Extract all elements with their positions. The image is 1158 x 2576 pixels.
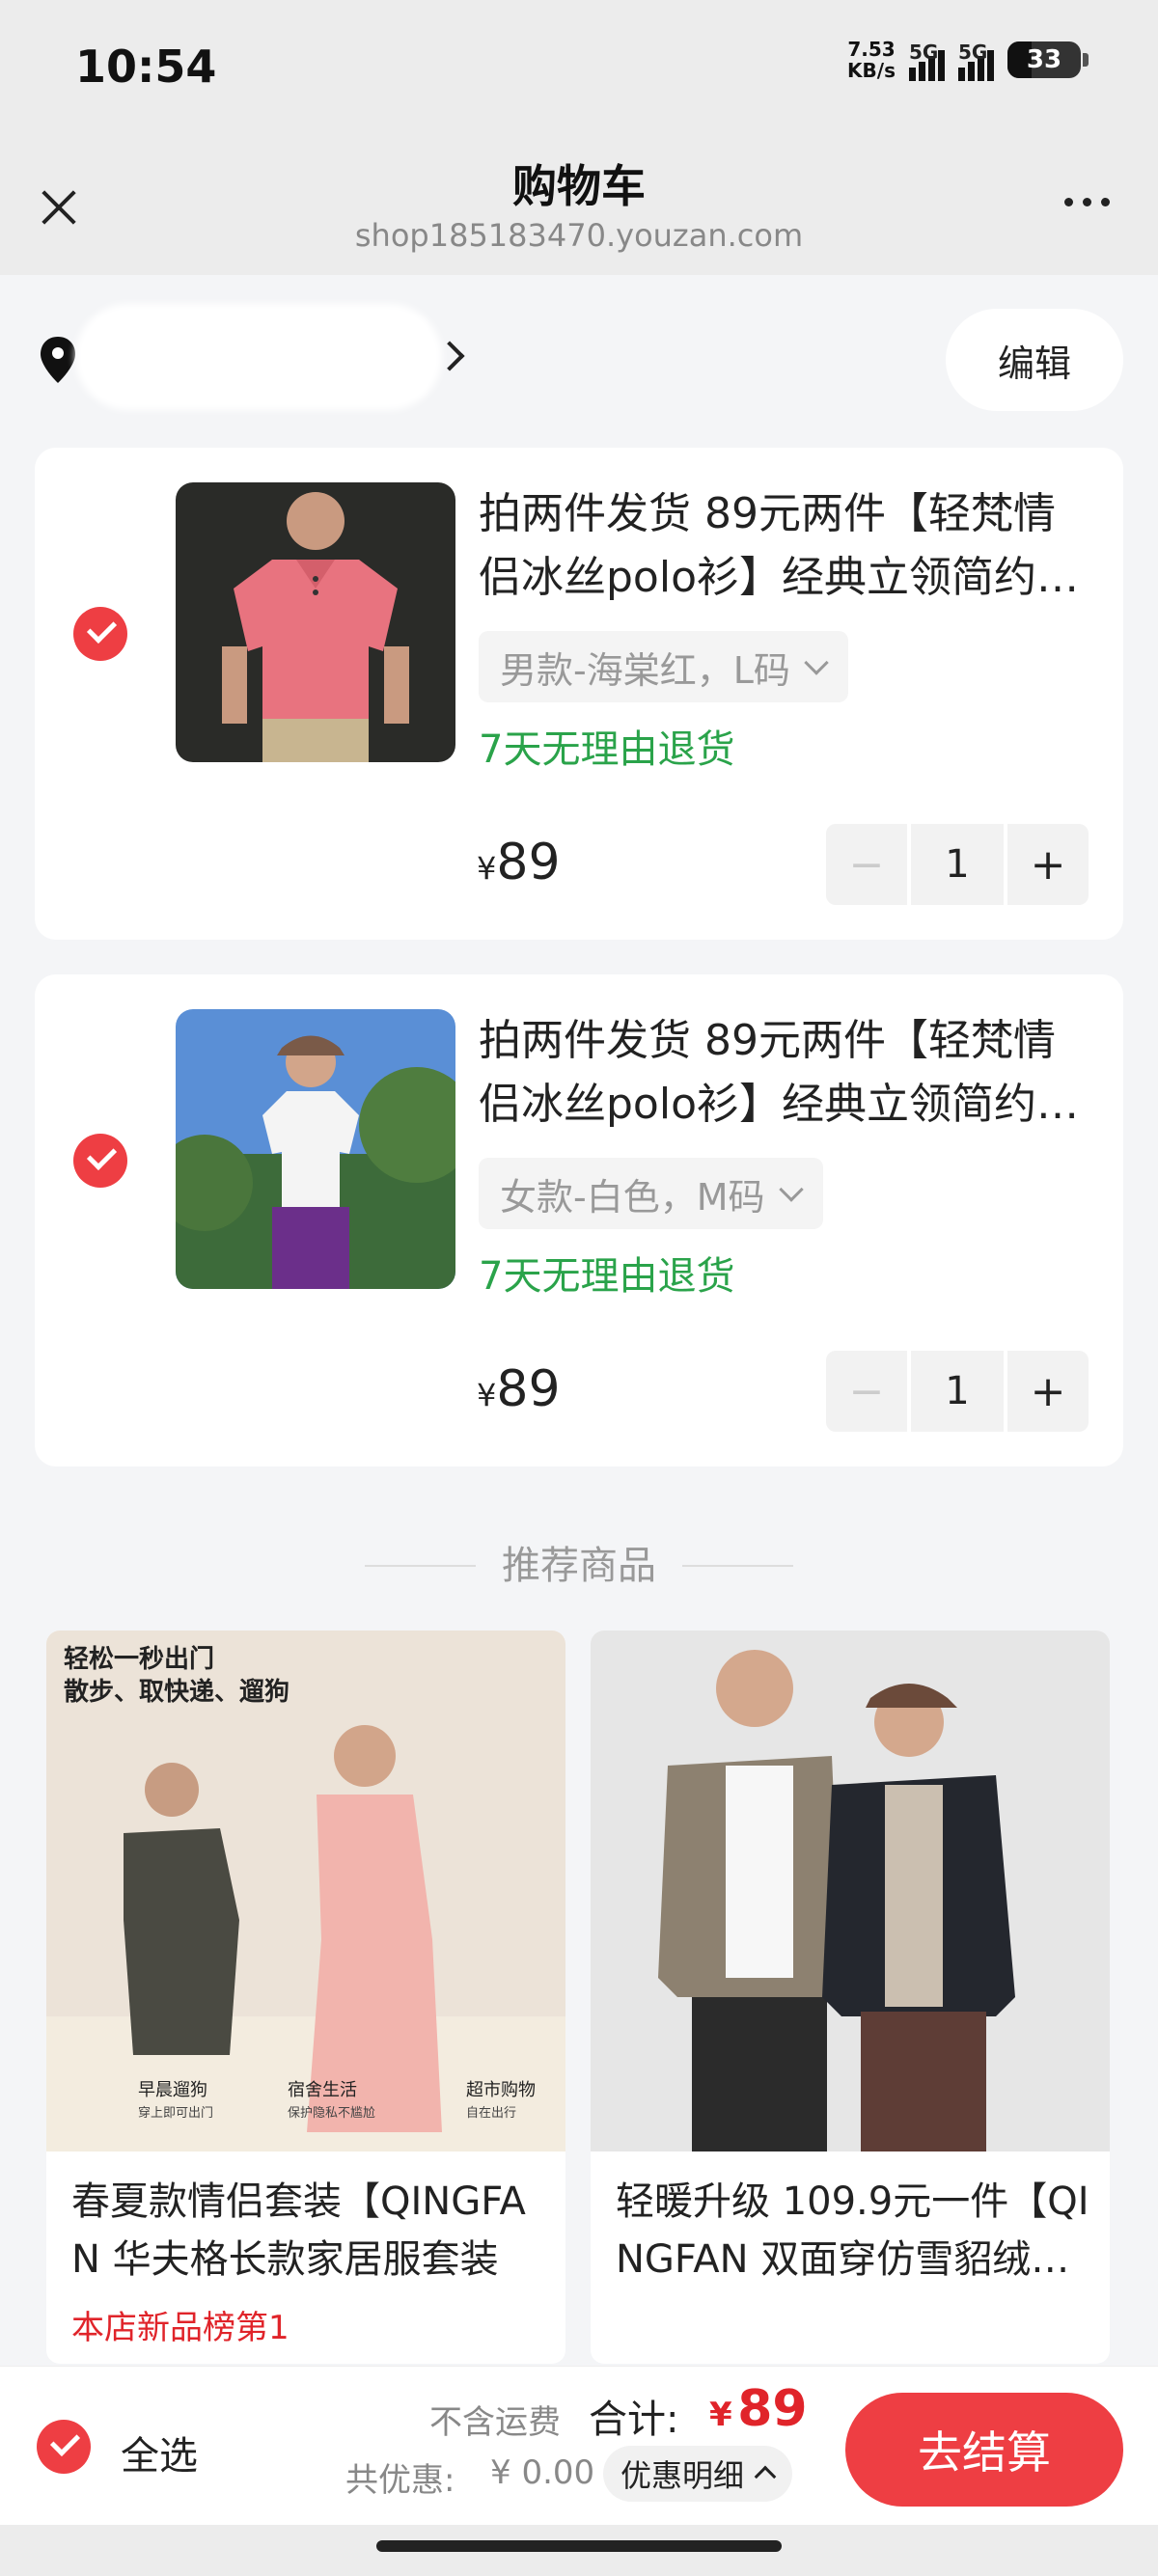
divider bbox=[682, 1565, 793, 1567]
status-bar: 10:54 7.53 KB/s 5G 5G 33 bbox=[0, 0, 1158, 140]
feature-2-subtitle: 保护隐私不尴尬 bbox=[288, 2106, 375, 2121]
quantity-input[interactable]: 1 bbox=[911, 824, 1004, 905]
feature-1-subtitle: 穿上即可出门 bbox=[138, 2105, 213, 2121]
shipping-note: 不含运费 bbox=[429, 2403, 561, 2442]
item-price: ¥89 bbox=[477, 1360, 561, 1418]
checkout-button[interactable]: 去结算 bbox=[845, 2393, 1123, 2507]
total-amount: ¥ 89 bbox=[709, 2380, 808, 2438]
return-policy-tag: 7天无理由退货 bbox=[479, 727, 735, 772]
chevron-down-icon bbox=[778, 1177, 804, 1202]
recommend-header: 推荐商品 bbox=[502, 1544, 656, 1588]
increase-button[interactable]: + bbox=[1007, 824, 1089, 905]
gesture-bar bbox=[0, 2525, 1158, 2576]
return-policy-tag: 7天无理由退货 bbox=[479, 1254, 735, 1299]
recommend-card[interactable]: 轻暖升级 109.9元一件【QINGFAN 双面穿仿雪貂绒外套 bbox=[591, 1631, 1110, 2364]
discount-detail-button[interactable]: 优惠明细 bbox=[603, 2446, 793, 2502]
signal-icon: 5G bbox=[909, 39, 945, 81]
increase-button[interactable]: + bbox=[1007, 1351, 1089, 1432]
chevron-up-icon bbox=[754, 2465, 777, 2488]
select-all-checkbox[interactable] bbox=[37, 2420, 91, 2474]
recommend-title: 轻暖升级 109.9元一件【QINGFAN 双面穿仿雪貂绒外套 bbox=[616, 2179, 1089, 2282]
sku-selector[interactable]: 女款-白色，M码 bbox=[479, 1158, 823, 1229]
home-indicator[interactable] bbox=[376, 2540, 782, 2552]
address-row[interactable]: 佰 仪 编辑 bbox=[0, 275, 1158, 439]
quantity-stepper: − 1 + bbox=[826, 1351, 1089, 1432]
decrease-button[interactable]: − bbox=[826, 824, 907, 905]
edit-button[interactable]: 编辑 bbox=[946, 309, 1123, 411]
feature-3-subtitle: 自在出行 bbox=[466, 2106, 516, 2121]
more-options-icon[interactable] bbox=[1064, 198, 1110, 206]
total-label: 合计: bbox=[589, 2398, 679, 2442]
status-time: 10:54 bbox=[75, 41, 217, 93]
product-title[interactable]: 拍两件发货 89元两件【轻梵情侣冰丝polo衫】经典立领简约百搭 bbox=[479, 1009, 1087, 1137]
quantity-stepper: − 1 + bbox=[826, 824, 1089, 905]
location-pin-icon bbox=[41, 337, 75, 383]
feature-2-title: 宿舍生活 bbox=[288, 2080, 357, 2100]
page-title: 购物车 bbox=[512, 160, 646, 212]
quantity-input[interactable]: 1 bbox=[911, 1351, 1004, 1432]
item-checkbox[interactable] bbox=[73, 1134, 127, 1188]
item-price: ¥89 bbox=[477, 834, 561, 891]
banner-line-1: 轻松一秒出门 bbox=[64, 1645, 214, 1674]
discount-label: 共优惠: bbox=[345, 2461, 455, 2500]
feature-1-title: 早晨遛狗 bbox=[138, 2080, 207, 2100]
recommend-card[interactable]: 轻松一秒出门 散步、取快递、遛狗 早晨遛狗 穿上即可出门 宿舍生活 保护隐私不尴… bbox=[46, 1631, 565, 2364]
signal-icon-2: 5G bbox=[958, 39, 994, 81]
product-image[interactable] bbox=[176, 482, 455, 762]
status-icons: 7.53 KB/s 5G 5G 33 bbox=[847, 38, 1089, 82]
discount-amount: ¥ 0.00 bbox=[490, 2453, 595, 2492]
chevron-down-icon bbox=[804, 650, 829, 675]
product-image[interactable] bbox=[176, 1009, 455, 1289]
feature-3-title: 超市购物 bbox=[466, 2080, 536, 2100]
product-title[interactable]: 拍两件发货 89元两件【轻梵情侣冰丝polo衫】经典立领简约百搭 bbox=[479, 482, 1087, 610]
decrease-button[interactable]: − bbox=[826, 1351, 907, 1432]
cart-item: 拍两件发货 89元两件【轻梵情侣冰丝polo衫】经典立领简约百搭 女款-白色，M… bbox=[35, 974, 1123, 1466]
product-image: 轻松一秒出门 散步、取快递、遛狗 早晨遛狗 穿上即可出门 宿舍生活 保护隐私不尴… bbox=[46, 1631, 565, 2151]
recommend-title: 春夏款情侣套装【QINGFAN 华夫格长款家居服套装 bbox=[71, 2179, 526, 2282]
address-redaction bbox=[75, 304, 442, 410]
battery-icon: 33 bbox=[1007, 41, 1089, 78]
cart-item: 拍两件发货 89元两件【轻梵情侣冰丝polo衫】经典立领简约百搭 男款-海棠红，… bbox=[35, 448, 1123, 940]
page-url: shop185183470.youzan.com bbox=[354, 217, 804, 254]
item-checkbox[interactable] bbox=[73, 607, 127, 661]
product-image bbox=[591, 1631, 1110, 2151]
sku-selector[interactable]: 男款-海棠红，L码 bbox=[479, 631, 848, 702]
network-speed: 7.53 KB/s bbox=[847, 38, 896, 82]
select-all-label[interactable]: 全选 bbox=[121, 2425, 198, 2480]
title-bar: 购物车 shop185183470.youzan.com bbox=[0, 140, 1158, 275]
rank-tag: 本店新品榜第1 bbox=[71, 2309, 290, 2347]
checkout-bar: 全选 不含运费 合计: ¥ 89 共优惠: ¥ 0.00 优惠明细 去结算 bbox=[0, 2366, 1158, 2525]
banner-line-2: 散步、取快递、遛狗 bbox=[64, 1677, 290, 1707]
